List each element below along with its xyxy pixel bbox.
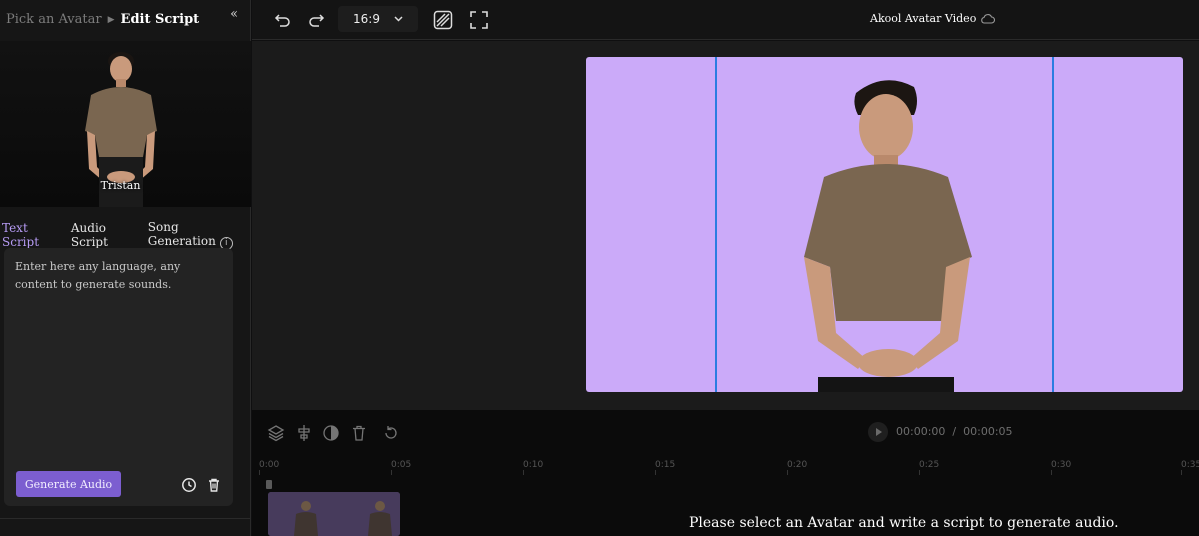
time-display: 00:00:00 / 00:00:05 — [896, 425, 1013, 438]
ruler-tick: 0:05 — [391, 460, 412, 475]
project-title[interactable]: Akool Avatar Video — [870, 12, 996, 25]
tab-song-generation-label: Song Generation — [147, 220, 216, 248]
chevron-down-icon — [394, 16, 403, 22]
script-editor: Generate Audio — [4, 248, 233, 506]
avatar-clip[interactable] — [268, 492, 400, 536]
collapse-panel-icon[interactable]: ‹‹ — [230, 6, 238, 22]
timeline-hint: Please select an Avatar and write a scri… — [689, 515, 1119, 531]
time-separator: / — [952, 425, 957, 438]
breadcrumb-pick-avatar[interactable]: Pick an Avatar — [6, 12, 102, 27]
play-icon — [876, 428, 882, 436]
left-panel: Pick an Avatar ▶ Edit Script ‹‹ Tristan … — [0, 0, 251, 536]
ruler-tick: 0:35 — [1181, 460, 1199, 475]
trash-icon[interactable] — [206, 477, 222, 493]
aspect-ratio-value: 16:9 — [353, 12, 380, 26]
safe-area-guide-right[interactable] — [1052, 57, 1054, 392]
ruler-tick: 0:30 — [1051, 460, 1072, 475]
generate-audio-button[interactable]: Generate Audio — [16, 471, 121, 497]
reset-icon[interactable] — [382, 424, 400, 442]
divider — [0, 518, 251, 519]
clip-thumbnails — [268, 492, 400, 536]
timeline: 00:00:00 / 00:00:05 0:00 0:05 0:10 0:15 … — [252, 410, 1199, 536]
fullscreen-icon[interactable] — [468, 9, 490, 31]
redo-glyph — [309, 14, 325, 27]
top-toolbar: 16:9 Akool Avatar Video — [252, 0, 1199, 40]
redo-icon[interactable] — [305, 9, 327, 31]
avatar-name: Tristan — [100, 179, 141, 192]
history-icon[interactable] — [181, 477, 197, 493]
undo-glyph — [274, 14, 290, 27]
background-pattern-icon[interactable] — [432, 9, 454, 31]
current-time: 00:00:00 — [896, 425, 946, 438]
delete-clip-icon[interactable] — [350, 424, 368, 442]
script-input[interactable] — [4, 248, 233, 448]
safe-area-guide-left[interactable] — [715, 57, 717, 392]
project-title-text: Akool Avatar Video — [870, 12, 977, 25]
background-pattern-glyph — [433, 10, 453, 30]
ruler-tick: 0:10 — [523, 460, 544, 475]
playhead-handle[interactable] — [266, 480, 272, 489]
video-canvas[interactable] — [586, 57, 1183, 392]
time-ruler[interactable]: 0:00 0:05 0:10 0:15 0:20 0:25 0:30 0:35 — [252, 460, 1199, 476]
breadcrumb: Pick an Avatar ▶ Edit Script — [6, 12, 199, 27]
ruler-tick: 0:25 — [919, 460, 940, 475]
avatar-preview[interactable]: Tristan — [0, 41, 251, 207]
ruler-tick: 0:00 — [259, 460, 280, 475]
avatar-on-canvas[interactable] — [796, 71, 978, 392]
breadcrumb-edit-script: Edit Script — [120, 12, 200, 27]
chevron-right-icon: ▶ — [107, 14, 115, 25]
ruler-tick: 0:15 — [655, 460, 676, 475]
play-button[interactable] — [868, 422, 888, 442]
contrast-icon[interactable] — [322, 424, 340, 442]
preview-stage — [252, 41, 1199, 410]
tab-audio-script[interactable]: Audio Script — [71, 221, 136, 249]
total-time: 00:00:05 — [963, 425, 1013, 438]
align-icon[interactable] — [295, 424, 313, 442]
tab-song-generation[interactable]: Song Generation i — [148, 220, 250, 250]
undo-icon[interactable] — [272, 9, 294, 31]
ruler-tick: 0:20 — [787, 460, 808, 475]
fullscreen-glyph — [470, 11, 488, 29]
cloud-icon — [981, 14, 996, 24]
aspect-ratio-select[interactable]: 16:9 — [338, 6, 418, 32]
script-tabs: Text Script Audio Script Song Generation… — [2, 220, 250, 250]
layers-icon[interactable] — [267, 424, 285, 442]
tab-text-script[interactable]: Text Script — [2, 221, 59, 249]
